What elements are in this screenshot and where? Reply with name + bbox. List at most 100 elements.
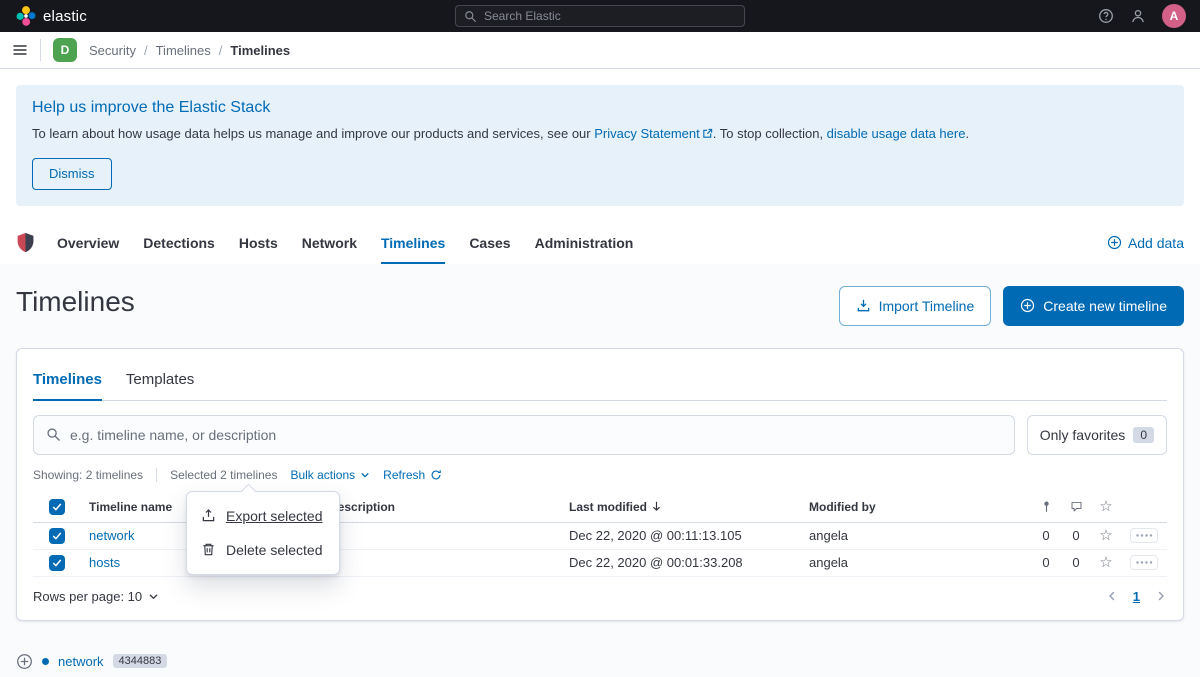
delete-selected-menu-item[interactable]: Delete selected [187, 533, 339, 567]
tab-cases[interactable]: Cases [469, 222, 510, 264]
popover-arrow [241, 484, 257, 500]
space-avatar[interactable]: D [53, 38, 77, 62]
timeline-last-modified: Dec 22, 2020 @ 00:01:33.208 [561, 555, 801, 570]
comment-count: 0 [1061, 555, 1091, 570]
callout-title: Help us improve the Elastic Stack [32, 99, 1168, 117]
showing-count-text: Showing: 2 timelines [33, 468, 143, 482]
add-timeline-icon[interactable] [16, 653, 33, 670]
main-content: Timelines Import Timeline Create new tim… [0, 264, 1200, 667]
divider [40, 39, 41, 61]
help-icon[interactable] [1098, 8, 1114, 24]
tab-hosts[interactable]: Hosts [239, 222, 278, 264]
column-header-description[interactable]: Description [321, 500, 561, 514]
import-timeline-label: Import Timeline [879, 298, 975, 314]
pagination: 1 [1106, 589, 1167, 604]
table-footer: Rows per page: 10 1 [33, 589, 1167, 604]
create-new-timeline-label: Create new timeline [1043, 298, 1167, 314]
favorites-count-badge: 0 [1133, 427, 1154, 443]
selected-count-text: Selected 2 timelines [170, 468, 277, 482]
refresh-button[interactable]: Refresh [383, 468, 442, 482]
page-number-button[interactable]: 1 [1133, 589, 1140, 604]
open-timeline-button[interactable]: network [58, 654, 104, 669]
only-favorites-label: Only favorites [1040, 427, 1126, 443]
timeline-bottom-bar: network 4344883 [0, 645, 1200, 677]
comment-column-icon [1061, 500, 1091, 513]
select-all-checkbox[interactable] [49, 499, 65, 515]
panel-tab-templates[interactable]: Templates [126, 365, 194, 400]
only-favorites-filter[interactable]: Only favorites 0 [1027, 415, 1167, 455]
export-icon [201, 508, 216, 523]
external-link-icon [702, 128, 713, 139]
panel-tab-timelines[interactable]: Timelines [33, 365, 102, 400]
timeline-last-modified: Dec 22, 2020 @ 00:11:13.105 [561, 528, 801, 543]
export-selected-label: Export selected [226, 508, 323, 524]
menu-hamburger-icon[interactable] [12, 42, 28, 58]
tab-overview[interactable]: Overview [57, 222, 119, 264]
breadcrumb-item-current: Timelines [230, 43, 290, 58]
dismiss-button[interactable]: Dismiss [32, 158, 112, 190]
tab-detections[interactable]: Detections [143, 222, 215, 264]
chevron-down-icon [360, 470, 370, 480]
row-actions-button[interactable] [1130, 528, 1158, 543]
tab-administration[interactable]: Administration [535, 222, 634, 264]
row-checkbox[interactable] [49, 528, 65, 544]
rows-per-page-label: Rows per page: 10 [33, 589, 142, 604]
favorite-star-button[interactable]: ☆ [1091, 528, 1121, 543]
elastic-home-button[interactable]: elastic [10, 6, 93, 26]
disable-usage-data-link[interactable]: disable usage data here [827, 126, 966, 141]
bulk-actions-button[interactable]: Bulk actions [290, 468, 370, 482]
import-timeline-button[interactable]: Import Timeline [839, 286, 992, 326]
rows-per-page-button[interactable]: Rows per page: 10 [33, 589, 159, 604]
next-page-icon[interactable] [1155, 590, 1167, 602]
divider [156, 468, 157, 482]
export-selected-menu-item[interactable]: Export selected [187, 499, 339, 533]
timeline-modified-by: angela [801, 555, 1031, 570]
favorite-star-button[interactable]: ☆ [1091, 555, 1121, 570]
row-checkbox[interactable] [49, 555, 65, 571]
row-actions-button[interactable] [1130, 555, 1158, 570]
timeline-events-count-badge: 4344883 [113, 654, 168, 668]
create-new-timeline-button[interactable]: Create new timeline [1003, 286, 1184, 326]
brand-name: elastic [43, 8, 87, 25]
timelines-panel: Timelines Templates Only favorites 0 Sho… [16, 348, 1184, 621]
plus-circle-icon [1020, 298, 1035, 313]
search-icon [464, 10, 477, 23]
pin-count: 0 [1031, 528, 1061, 543]
callout-section: Help us improve the Elastic Stack To lea… [0, 69, 1200, 222]
add-data-button[interactable]: Add data [1107, 235, 1184, 251]
timeline-search-input[interactable] [70, 427, 1002, 443]
privacy-statement-link[interactable]: Privacy Statement [594, 126, 700, 141]
elastic-logo-icon [16, 6, 36, 26]
breadcrumb-bar: D Security / Timelines / Timelines [0, 32, 1200, 69]
security-nav-tabs: Overview Detections Hosts Network Timeli… [57, 222, 633, 264]
previous-page-icon[interactable] [1106, 590, 1118, 602]
column-header-last-modified[interactable]: Last modified [561, 500, 801, 514]
global-search-input[interactable] [484, 9, 736, 23]
callout-text: To learn about how usage data helps us m… [32, 126, 594, 141]
global-search[interactable] [455, 5, 745, 27]
user-settings-icon[interactable] [1130, 8, 1146, 24]
page-title: Timelines [16, 286, 135, 318]
favorite-column-icon: ☆ [1091, 499, 1121, 514]
breadcrumb-separator: / [219, 43, 223, 58]
refresh-label: Refresh [383, 468, 425, 482]
user-avatar[interactable]: A [1162, 4, 1186, 28]
sort-descending-icon [651, 501, 662, 512]
chevron-down-icon [148, 591, 159, 602]
column-header-modified-by[interactable]: Modified by [801, 500, 1031, 514]
callout-text: . To stop collection, [713, 126, 827, 141]
import-icon [856, 298, 871, 313]
table-utility-bar: Showing: 2 timelines Selected 2 timeline… [33, 468, 1167, 482]
tab-timelines[interactable]: Timelines [381, 222, 445, 264]
security-nav: Overview Detections Hosts Network Timeli… [0, 222, 1200, 264]
breadcrumb-item-timelines[interactable]: Timelines [156, 43, 211, 58]
breadcrumb-item-security[interactable]: Security [89, 43, 136, 58]
bulk-actions-label: Bulk actions [290, 468, 355, 482]
timeline-search[interactable] [33, 415, 1015, 455]
timeline-status-dot-icon [42, 658, 49, 665]
timeline-modified-by: angela [801, 528, 1031, 543]
add-data-label: Add data [1128, 235, 1184, 251]
callout-text: . [965, 126, 969, 141]
global-header: elastic A [0, 0, 1200, 32]
tab-network[interactable]: Network [302, 222, 357, 264]
